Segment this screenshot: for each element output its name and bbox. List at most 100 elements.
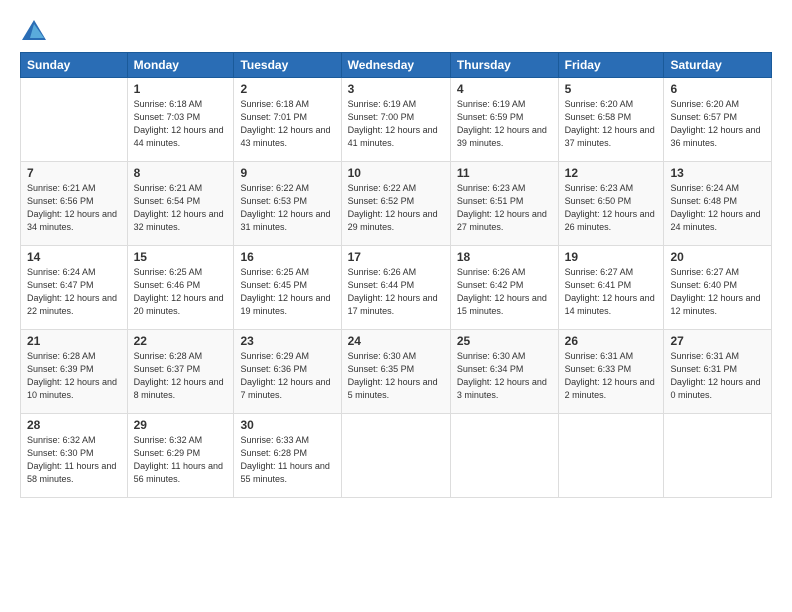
day-cell: 1 Sunrise: 6:18 AMSunset: 7:03 PMDaylight…: [127, 78, 234, 162]
day-cell: 23 Sunrise: 6:29 AMSunset: 6:36 PMDayligh…: [234, 330, 341, 414]
day-info: Sunrise: 6:28 AMSunset: 6:37 PMDaylight:…: [134, 350, 228, 402]
day-cell: 15 Sunrise: 6:25 AMSunset: 6:46 PMDayligh…: [127, 246, 234, 330]
day-cell: [21, 78, 128, 162]
day-number: 3: [348, 82, 444, 96]
day-number: 19: [565, 250, 658, 264]
day-number: 23: [240, 334, 334, 348]
day-info: Sunrise: 6:24 AMSunset: 6:47 PMDaylight:…: [27, 266, 121, 318]
day-info: Sunrise: 6:32 AMSunset: 6:29 PMDaylight:…: [134, 434, 228, 486]
day-cell: 10Sunrise: 6:22 AMSunset: 6:52 PMDayligh…: [341, 162, 450, 246]
day-number: 16: [240, 250, 334, 264]
day-info: Sunrise: 6:22 AMSunset: 6:52 PMDaylight:…: [348, 182, 444, 234]
day-info: Sunrise: 6:25 AMSunset: 6:45 PMDaylight:…: [240, 266, 334, 318]
day-info: Sunrise: 6:31 AMSunset: 6:33 PMDaylight:…: [565, 350, 658, 402]
weekday-header-sunday: Sunday: [21, 53, 128, 78]
day-number: 27: [670, 334, 765, 348]
day-number: 4: [457, 82, 552, 96]
day-info: Sunrise: 6:22 AMSunset: 6:53 PMDaylight:…: [240, 182, 334, 234]
day-number: 15: [134, 250, 228, 264]
day-number: 26: [565, 334, 658, 348]
weekday-header-thursday: Thursday: [450, 53, 558, 78]
day-cell: [664, 414, 772, 498]
weekday-header-friday: Friday: [558, 53, 664, 78]
day-number: 25: [457, 334, 552, 348]
week-row-2: 14 Sunrise: 6:24 AMSunset: 6:47 PMDayligh…: [21, 246, 772, 330]
day-info: Sunrise: 6:20 AMSunset: 6:57 PMDaylight:…: [670, 98, 765, 150]
weekday-header-tuesday: Tuesday: [234, 53, 341, 78]
day-cell: [558, 414, 664, 498]
day-info: Sunrise: 6:32 AMSunset: 6:30 PMDaylight:…: [27, 434, 121, 486]
day-cell: 20Sunrise: 6:27 AMSunset: 6:40 PMDayligh…: [664, 246, 772, 330]
weekday-header-wednesday: Wednesday: [341, 53, 450, 78]
day-cell: 17 Sunrise: 6:26 AMSunset: 6:44 PMDayligh…: [341, 246, 450, 330]
day-number: 28: [27, 418, 121, 432]
page: SundayMondayTuesdayWednesdayThursdayFrid…: [0, 0, 792, 612]
day-number: 17: [348, 250, 444, 264]
week-row-4: 28 Sunrise: 6:32 AMSunset: 6:30 PMDayligh…: [21, 414, 772, 498]
day-cell: 2Sunrise: 6:18 AMSunset: 7:01 PMDaylight…: [234, 78, 341, 162]
day-cell: 26 Sunrise: 6:31 AMSunset: 6:33 PMDayligh…: [558, 330, 664, 414]
day-number: 7: [27, 166, 121, 180]
day-cell: 21 Sunrise: 6:28 AMSunset: 6:39 PMDayligh…: [21, 330, 128, 414]
day-info: Sunrise: 6:20 AMSunset: 6:58 PMDaylight:…: [565, 98, 658, 150]
day-cell: 4Sunrise: 6:19 AMSunset: 6:59 PMDaylight…: [450, 78, 558, 162]
day-number: 9: [240, 166, 334, 180]
day-cell: 28 Sunrise: 6:32 AMSunset: 6:30 PMDayligh…: [21, 414, 128, 498]
day-info: Sunrise: 6:21 AMSunset: 6:54 PMDaylight:…: [134, 182, 228, 234]
day-info: Sunrise: 6:30 AMSunset: 6:34 PMDaylight:…: [457, 350, 552, 402]
day-number: 20: [670, 250, 765, 264]
day-number: 22: [134, 334, 228, 348]
week-row-3: 21 Sunrise: 6:28 AMSunset: 6:39 PMDayligh…: [21, 330, 772, 414]
day-number: 1: [134, 82, 228, 96]
day-info: Sunrise: 6:23 AMSunset: 6:51 PMDaylight:…: [457, 182, 552, 234]
day-cell: 22 Sunrise: 6:28 AMSunset: 6:37 PMDayligh…: [127, 330, 234, 414]
day-cell: 12 Sunrise: 6:23 AMSunset: 6:50 PMDayligh…: [558, 162, 664, 246]
day-info: Sunrise: 6:24 AMSunset: 6:48 PMDaylight:…: [670, 182, 765, 234]
day-number: 24: [348, 334, 444, 348]
day-number: 13: [670, 166, 765, 180]
day-cell: 6Sunrise: 6:20 AMSunset: 6:57 PMDaylight…: [664, 78, 772, 162]
day-info: Sunrise: 6:33 AMSunset: 6:28 PMDaylight:…: [240, 434, 334, 486]
day-cell: 25 Sunrise: 6:30 AMSunset: 6:34 PMDayligh…: [450, 330, 558, 414]
day-info: Sunrise: 6:18 AMSunset: 7:03 PMDaylight:…: [134, 98, 228, 150]
day-info: Sunrise: 6:30 AMSunset: 6:35 PMDaylight:…: [348, 350, 444, 402]
day-info: Sunrise: 6:21 AMSunset: 6:56 PMDaylight:…: [27, 182, 121, 234]
weekday-header-row: SundayMondayTuesdayWednesdayThursdayFrid…: [21, 53, 772, 78]
day-cell: 14 Sunrise: 6:24 AMSunset: 6:47 PMDayligh…: [21, 246, 128, 330]
day-number: 21: [27, 334, 121, 348]
day-cell: 29 Sunrise: 6:32 AMSunset: 6:29 PMDayligh…: [127, 414, 234, 498]
day-number: 29: [134, 418, 228, 432]
logo-icon: [20, 18, 48, 46]
day-number: 14: [27, 250, 121, 264]
day-cell: 13 Sunrise: 6:24 AMSunset: 6:48 PMDayligh…: [664, 162, 772, 246]
day-cell: 27 Sunrise: 6:31 AMSunset: 6:31 PMDayligh…: [664, 330, 772, 414]
day-cell: 30 Sunrise: 6:33 AMSunset: 6:28 PMDayligh…: [234, 414, 341, 498]
day-cell: 19 Sunrise: 6:27 AMSunset: 6:41 PMDayligh…: [558, 246, 664, 330]
day-number: 12: [565, 166, 658, 180]
day-info: Sunrise: 6:28 AMSunset: 6:39 PMDaylight:…: [27, 350, 121, 402]
day-cell: 11 Sunrise: 6:23 AMSunset: 6:51 PMDayligh…: [450, 162, 558, 246]
day-number: 5: [565, 82, 658, 96]
day-cell: 5 Sunrise: 6:20 AMSunset: 6:58 PMDaylight…: [558, 78, 664, 162]
week-row-1: 7 Sunrise: 6:21 AMSunset: 6:56 PMDaylight…: [21, 162, 772, 246]
day-number: 30: [240, 418, 334, 432]
day-info: Sunrise: 6:29 AMSunset: 6:36 PMDaylight:…: [240, 350, 334, 402]
day-cell: [341, 414, 450, 498]
day-info: Sunrise: 6:27 AMSunset: 6:41 PMDaylight:…: [565, 266, 658, 318]
day-info: Sunrise: 6:26 AMSunset: 6:44 PMDaylight:…: [348, 266, 444, 318]
day-info: Sunrise: 6:19 AMSunset: 7:00 PMDaylight:…: [348, 98, 444, 150]
day-info: Sunrise: 6:26 AMSunset: 6:42 PMDaylight:…: [457, 266, 552, 318]
day-cell: 7 Sunrise: 6:21 AMSunset: 6:56 PMDaylight…: [21, 162, 128, 246]
day-cell: 24 Sunrise: 6:30 AMSunset: 6:35 PMDayligh…: [341, 330, 450, 414]
day-number: 18: [457, 250, 552, 264]
weekday-header-monday: Monday: [127, 53, 234, 78]
day-cell: 9 Sunrise: 6:22 AMSunset: 6:53 PMDaylight…: [234, 162, 341, 246]
weekday-header-saturday: Saturday: [664, 53, 772, 78]
day-cell: 18 Sunrise: 6:26 AMSunset: 6:42 PMDayligh…: [450, 246, 558, 330]
day-number: 8: [134, 166, 228, 180]
calendar-table: SundayMondayTuesdayWednesdayThursdayFrid…: [20, 52, 772, 498]
day-info: Sunrise: 6:25 AMSunset: 6:46 PMDaylight:…: [134, 266, 228, 318]
day-info: Sunrise: 6:23 AMSunset: 6:50 PMDaylight:…: [565, 182, 658, 234]
day-number: 11: [457, 166, 552, 180]
day-info: Sunrise: 6:31 AMSunset: 6:31 PMDaylight:…: [670, 350, 765, 402]
